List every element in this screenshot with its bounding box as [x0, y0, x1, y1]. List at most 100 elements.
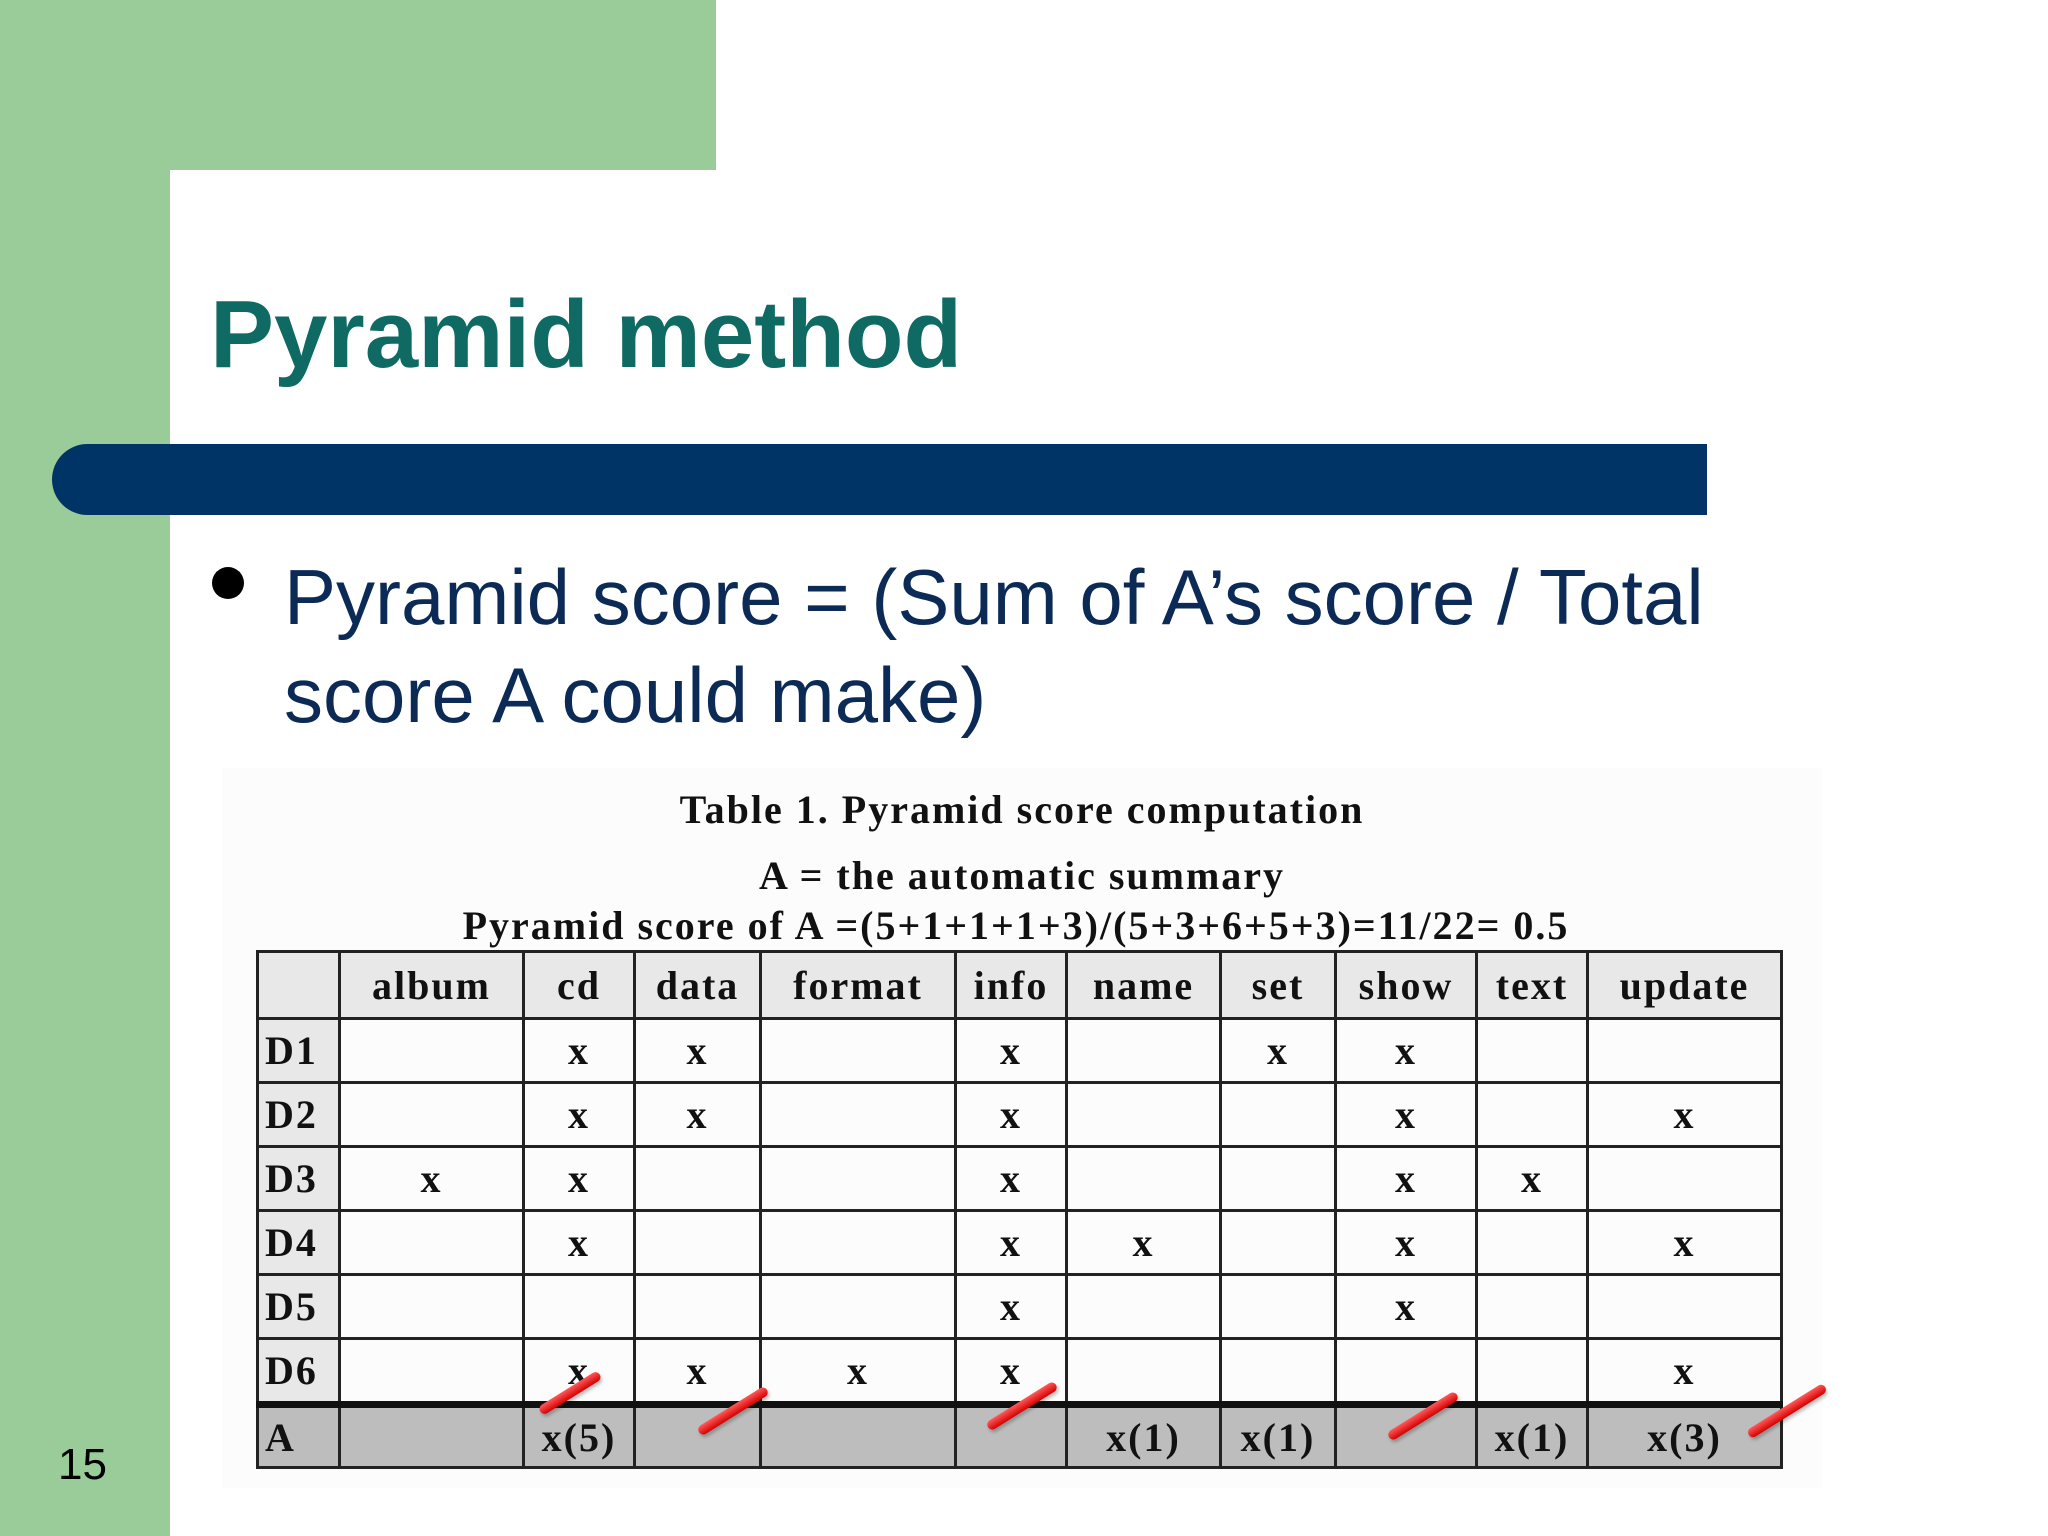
table-cell: x	[1219, 1017, 1337, 1084]
table-cell	[759, 1209, 957, 1276]
column-header	[256, 950, 341, 1020]
table-cell	[1475, 1273, 1589, 1340]
table-cell	[633, 1401, 762, 1469]
table-cell: x	[1475, 1145, 1589, 1212]
table-cell	[1475, 1017, 1589, 1084]
table-cell	[759, 1401, 957, 1469]
total-row: Ax(5) x(1) x(1) x(1) x(3)	[256, 1401, 1783, 1469]
slide-title: Pyramid method	[210, 281, 963, 388]
table-cell: x	[954, 1081, 1068, 1148]
table-cell	[338, 1337, 525, 1406]
table-cell	[338, 1017, 525, 1084]
table-cell: x	[759, 1337, 957, 1406]
table-cell: x	[954, 1017, 1068, 1084]
table-row: D1 x x x x x	[256, 1017, 1783, 1084]
table-cell	[338, 1081, 525, 1148]
table-cell	[1065, 1145, 1222, 1212]
column-header: info	[954, 950, 1068, 1020]
table-cell	[1065, 1337, 1222, 1406]
table-cell	[1475, 1209, 1589, 1276]
table-cell	[338, 1401, 525, 1469]
row-label: D4	[256, 1209, 341, 1276]
table-cell	[759, 1273, 957, 1340]
table-subcaption: A = the automatic summary	[758, 853, 1286, 898]
table-cell: x(1)	[1219, 1401, 1337, 1469]
column-header: show	[1334, 950, 1478, 1020]
table-cell	[1065, 1081, 1222, 1148]
table-cell	[1065, 1273, 1222, 1340]
table-cell: x	[633, 1017, 762, 1084]
table-header-row: album cd data format info name set show …	[256, 950, 1783, 1020]
table-cell: x	[633, 1081, 762, 1148]
table-cell: x	[1586, 1209, 1783, 1276]
row-label: D5	[256, 1273, 341, 1340]
table-cell	[1334, 1401, 1478, 1469]
table-cell	[338, 1273, 525, 1340]
table-cell: x	[338, 1145, 525, 1212]
table-formula: Pyramid score of A =(5+1+1+1+3)/(5+3+6+5…	[462, 903, 1570, 948]
table-cell: x	[954, 1145, 1068, 1212]
table-cell	[759, 1017, 957, 1084]
table-cell	[759, 1081, 957, 1148]
column-header: format	[759, 950, 957, 1020]
row-label: D1	[256, 1017, 341, 1084]
table-cell: x	[522, 1145, 636, 1212]
table-row: D6 x x x x x	[256, 1337, 1783, 1406]
table-cell: x	[1334, 1273, 1478, 1340]
table-cell	[759, 1145, 957, 1212]
table-cell: x	[522, 1081, 636, 1148]
table-cell: x(5)	[522, 1401, 636, 1469]
row-label: D3	[256, 1145, 341, 1212]
bullet-dot	[212, 567, 244, 599]
table-cell	[1475, 1081, 1589, 1148]
table-cell: x	[522, 1209, 636, 1276]
table-cell	[338, 1209, 525, 1276]
table-cell	[1219, 1209, 1337, 1276]
column-header: name	[1065, 950, 1222, 1020]
sidebar-green-strip	[0, 0, 170, 1536]
table-cell: x	[1586, 1081, 1783, 1148]
table-cell: x	[522, 1017, 636, 1084]
column-header: text	[1475, 950, 1589, 1020]
table-cell: x	[954, 1209, 1068, 1276]
table-cell: x	[1065, 1209, 1222, 1276]
table-cell	[1586, 1145, 1783, 1212]
table-cell	[1219, 1273, 1337, 1340]
table-cell: x	[633, 1337, 762, 1406]
table-cell	[1219, 1337, 1337, 1406]
table-cell: x	[1334, 1081, 1478, 1148]
table-row: D3 x x x x x	[256, 1145, 1783, 1212]
table-cell	[633, 1145, 762, 1212]
bullet-text: Pyramid score = (Sum of A’s score / Tota…	[284, 553, 1704, 739]
table-cell	[1475, 1337, 1589, 1406]
table-row: D2 x x x x x	[256, 1081, 1783, 1148]
table-cell: x(1)	[1065, 1401, 1222, 1469]
pyramid-score-table: album cd data format info name set show …	[256, 950, 1783, 1469]
table-cell: x	[1334, 1145, 1478, 1212]
row-label: D6	[256, 1337, 341, 1406]
table-cell: x	[954, 1337, 1068, 1406]
table-cell: x	[1586, 1337, 1783, 1406]
table-cell	[1219, 1081, 1337, 1148]
column-header: cd	[522, 950, 636, 1020]
top-green-block	[0, 0, 716, 170]
table-row: D5 x x	[256, 1273, 1783, 1340]
table-cell	[522, 1273, 636, 1340]
column-header: album	[338, 950, 525, 1020]
table-cell: x	[522, 1337, 636, 1406]
row-label: D2	[256, 1081, 341, 1148]
table-cell	[1586, 1017, 1783, 1084]
table-cell	[1065, 1017, 1222, 1084]
table-cell	[1219, 1145, 1337, 1212]
table-caption: Table 1. Pyramid score computation	[679, 787, 1365, 832]
column-header: data	[633, 950, 762, 1020]
table-cell: x	[1334, 1209, 1478, 1276]
table-cell: x	[1334, 1017, 1478, 1084]
table-cell: x	[954, 1273, 1068, 1340]
column-header: update	[1586, 950, 1783, 1020]
page-number: 15	[58, 1440, 107, 1489]
row-label: A	[256, 1401, 341, 1469]
table-cell	[633, 1209, 762, 1276]
title-underline-bar	[52, 444, 1707, 515]
table-cell	[633, 1273, 762, 1340]
